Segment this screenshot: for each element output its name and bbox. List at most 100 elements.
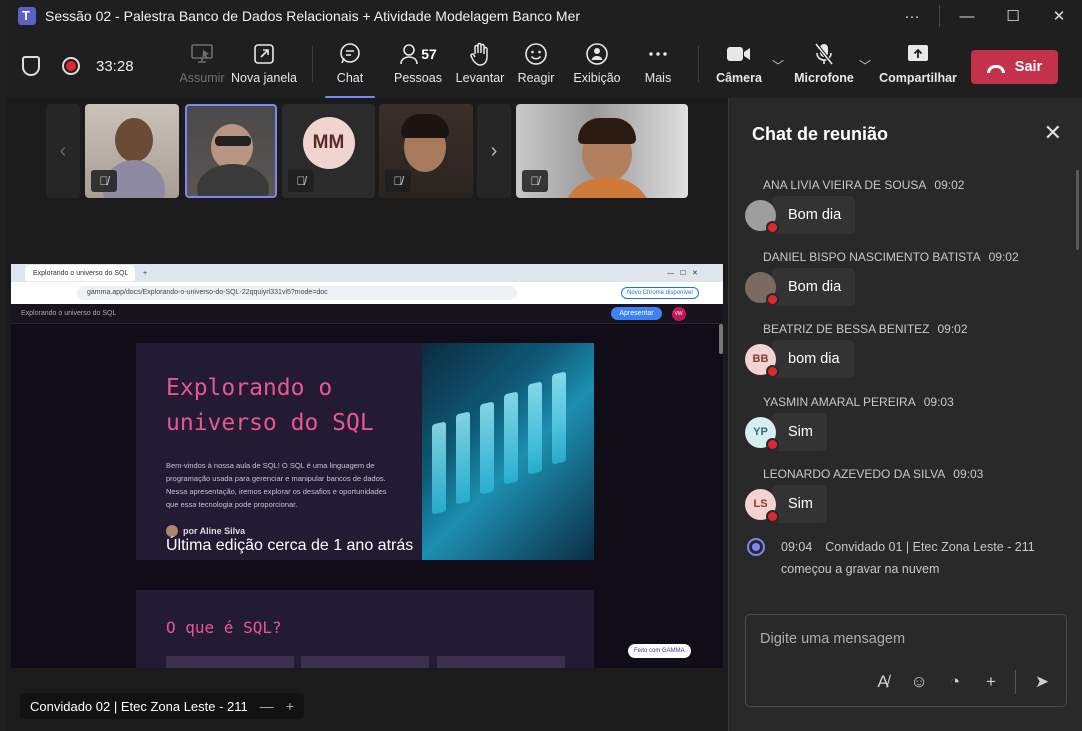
participant-avatar: MM: [302, 117, 355, 170]
message-bubble[interactable]: Bom dia: [772, 268, 856, 306]
new-tab-icon[interactable]: +: [143, 270, 147, 277]
participant-video-3[interactable]: 🎙̸: [379, 104, 473, 198]
browser-tab-title: Explorando o universo do SQL: [33, 269, 129, 277]
server-unit: [528, 381, 542, 475]
chat-scrollbar[interactable]: [1076, 170, 1079, 250]
sender-avatar[interactable]: [745, 271, 779, 306]
message-input-placeholder[interactable]: Digite uma mensagem: [760, 631, 905, 647]
presence-busy-icon: [766, 220, 779, 234]
gallery-next-button[interactable]: ›: [477, 104, 511, 198]
doc-title: Explorando o universo do SQL: [21, 310, 117, 317]
message-row: LS Sim: [745, 485, 1075, 523]
zoom-in-icon[interactable]: +: [286, 698, 294, 714]
chat-button[interactable]: Chat: [314, 40, 386, 99]
sender-avatar[interactable]: YP: [745, 416, 779, 451]
made-with-gamma-badge[interactable]: Feito com GAMMA: [628, 644, 691, 658]
doc-scrollbar[interactable]: [719, 324, 723, 354]
muted-mic-icon: 🎙̸: [385, 170, 411, 192]
server-rack-image: [422, 343, 594, 560]
edited-note: Última edição cerca de 1 ano atrás: [166, 537, 414, 554]
close-window-button[interactable]: ✕: [1036, 0, 1082, 32]
participant-video-4[interactable]: 🎙̸: [516, 104, 688, 198]
nova-janela-button[interactable]: Nova janela: [228, 40, 300, 85]
sender-avatar[interactable]: BB: [745, 343, 779, 378]
message-bubble[interactable]: Sim: [772, 413, 827, 451]
gallery-prev-button[interactable]: ‹: [46, 104, 80, 198]
shared-screen[interactable]: Explorando o universo do SQL + — ☐ ✕ gam…: [11, 264, 723, 668]
message-bubble[interactable]: Sim: [772, 485, 827, 523]
participant-video-2[interactable]: [185, 104, 277, 198]
chat-label: Chat: [336, 71, 364, 85]
participant-tile-mm[interactable]: MM 🎙̸: [282, 104, 375, 198]
user-avatar[interactable]: VW: [671, 306, 686, 321]
meeting-timer: 33:28: [96, 57, 134, 75]
microfone-button[interactable]: Microfone: [788, 40, 860, 85]
section-heading: O que é SQL?: [166, 618, 282, 637]
teams-meeting-window: Sessão 02 - Palestra Banco de Dados Rela…: [6, 0, 1082, 731]
message-row: YP Sim: [745, 413, 1075, 451]
assumir-label: Assumir: [179, 71, 225, 85]
participant-body: [562, 178, 652, 198]
browser-window-controls[interactable]: — ☐ ✕: [667, 269, 698, 277]
chat-message: ANA LIVIA VIEIRA DE SOUSA 09:02 Bom dia: [745, 178, 1075, 234]
camera-icon: [726, 40, 752, 68]
message-time: 09:02: [988, 250, 1019, 264]
pessoas-label: Pessoas: [394, 71, 442, 85]
loop-component-icon[interactable]: ◔: [945, 672, 965, 692]
presenter-label[interactable]: Convidado 02 | Etec Zona Leste - 211 — +: [20, 693, 304, 719]
emoji-icon[interactable]: ☺: [909, 672, 929, 692]
muted-mic-icon: 🎙̸: [522, 170, 548, 192]
add-attachment-icon[interactable]: +: [981, 672, 1001, 692]
participant-hair: [578, 118, 636, 144]
sender-avatar[interactable]: [745, 199, 779, 234]
camera-label: Câmera: [716, 71, 762, 85]
maximize-button[interactable]: ☐: [990, 0, 1036, 32]
more-options-button[interactable]: ···: [889, 0, 935, 32]
shield-icon[interactable]: [22, 56, 40, 76]
presence-busy-icon: [766, 292, 779, 306]
camera-options-chevron-icon[interactable]: ﹀: [772, 57, 784, 74]
teams-logo-icon: [18, 7, 36, 25]
compartilhar-button[interactable]: Compartilhar: [879, 40, 957, 85]
system-message-time: 09:04: [781, 540, 813, 554]
recording-icon[interactable]: [62, 57, 80, 75]
present-button[interactable]: Apresentar: [611, 307, 662, 320]
divider: [1015, 670, 1016, 694]
system-message-line2: começou a gravar na nuvem: [781, 562, 940, 576]
author-avatar: [166, 525, 178, 537]
presence-busy-icon: [766, 364, 779, 378]
message-time: 09:03: [923, 395, 954, 409]
format-text-icon[interactable]: A̸: [873, 672, 893, 692]
minimize-button[interactable]: —: [944, 0, 990, 32]
mic-options-chevron-icon[interactable]: ﹀: [859, 57, 871, 74]
sender-avatar[interactable]: LS: [745, 488, 779, 523]
close-chat-icon[interactable]: ✕: [1044, 120, 1062, 146]
url-field[interactable]: gamma.app/docs/Explorando-o-universo-do-…: [77, 286, 517, 300]
sender-name: BEATRIZ DE BESSA BENITEZ: [763, 322, 930, 336]
message-bubble[interactable]: bom dia: [772, 340, 854, 378]
chat-message: BEATRIZ DE BESSA BENITEZ 09:02 BB bom dia: [745, 322, 1075, 378]
leave-meeting-button[interactable]: Sair: [971, 50, 1058, 84]
meeting-chat-panel: Chat de reunião ✕ ANA LIVIA VIEIRA DE SO…: [728, 98, 1082, 731]
toolbar-divider: [312, 46, 313, 82]
meeting-stage: ‹ 🎙̸ MM 🎙̸ 🎙̸ › 🎙̸ Explorando o universo…: [6, 98, 728, 731]
camera-button[interactable]: Câmera: [703, 40, 775, 85]
message-time: 09:03: [953, 467, 984, 481]
chrome-update-pill[interactable]: Novo Chrome disponível: [621, 287, 699, 299]
message-composer[interactable]: Digite uma mensagem A̸ ☺ ◔ + ➤: [745, 614, 1067, 707]
mais-button[interactable]: Mais: [622, 40, 694, 85]
browser-tab[interactable]: Explorando o universo do SQL: [25, 265, 135, 281]
hang-up-icon: [986, 64, 1005, 73]
muted-mic-icon: 🎙̸: [91, 170, 117, 192]
zoom-out-icon[interactable]: —: [260, 698, 274, 714]
author-name: por Aline Silva: [183, 526, 246, 536]
participant-video-1[interactable]: 🎙̸: [85, 104, 179, 198]
send-icon[interactable]: ➤: [1032, 672, 1052, 692]
exibicao-label: Exibição: [573, 71, 621, 85]
mic-off-icon: [813, 40, 835, 68]
raise-hand-icon: [469, 40, 491, 68]
window-controls: ··· — ☐ ✕: [889, 0, 1082, 32]
screen-control-icon: [190, 40, 214, 68]
message-bubble[interactable]: Bom dia: [772, 196, 856, 234]
content-box: [166, 656, 294, 668]
